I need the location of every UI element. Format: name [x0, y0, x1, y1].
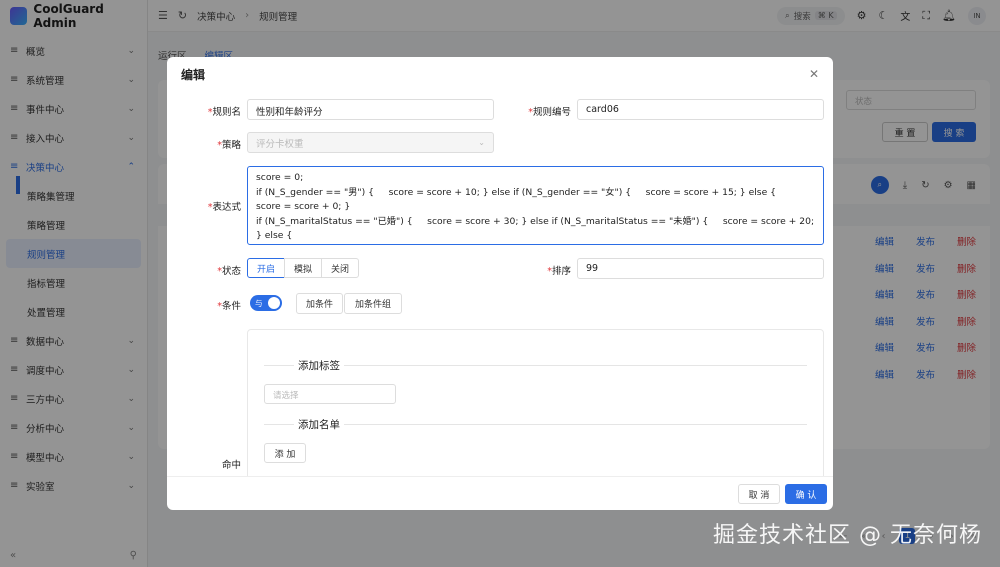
order-input[interactable]: 99	[577, 258, 824, 279]
watermark: 掘金技术社区 @ 无奈何杨	[713, 523, 982, 548]
add-condition-group-button[interactable]: 加条件组	[344, 293, 402, 314]
rule-code-input[interactable]: card06	[577, 99, 824, 120]
order-label: *排序	[547, 266, 571, 277]
chevron-down-icon: ⌄	[478, 138, 485, 147]
rule-code-label: *规则编号	[528, 107, 571, 118]
divider	[264, 424, 807, 425]
modal-body: *规则名 性别和年龄评分 *规则编号 card06 *策略 评分卡权重 ⌄ *表…	[167, 91, 833, 476]
tag-select[interactable]: 请选择	[264, 384, 396, 404]
strategy-value: 评分卡权重	[256, 138, 304, 150]
modal-footer: 取 消 确 认	[167, 476, 833, 510]
rule-name-input[interactable]: 性别和年龄评分	[247, 99, 494, 120]
modal-header: 编辑 ✕	[167, 57, 833, 91]
confirm-button[interactable]: 确 认	[785, 484, 827, 504]
modal-title: 编辑	[181, 67, 206, 82]
status-option-simulate[interactable]: 模拟	[284, 258, 323, 278]
add-condition-button[interactable]: 加条件	[296, 293, 343, 314]
toggle-knob	[268, 297, 280, 309]
logic-toggle-text: 与	[255, 298, 263, 308]
add-tag-title: 添加标签	[294, 358, 344, 373]
logic-toggle[interactable]: 与	[250, 295, 282, 311]
condition-label: *条件	[217, 301, 241, 312]
strategy-select: 评分卡权重 ⌄	[247, 132, 494, 153]
cancel-button[interactable]: 取 消	[738, 484, 780, 504]
add-list-button[interactable]: 添 加	[264, 443, 306, 463]
divider	[264, 365, 807, 366]
expression-textarea[interactable]: score = 0; if (N_S_gender == "男") { scor…	[247, 166, 824, 245]
expression-label: *表达式	[207, 202, 241, 213]
strategy-label: *策略	[217, 140, 241, 151]
edit-rule-modal: 编辑 ✕ *规则名 性别和年龄评分 *规则编号 card06 *策略 评分卡权重…	[167, 57, 833, 510]
hit-label: 命中	[221, 460, 241, 471]
status-option-on[interactable]: 开启	[247, 258, 286, 278]
status-radio-group: 开启 模拟 关闭	[247, 258, 360, 278]
hit-config-box: 添加标签 请选择 添加名单 添 加	[247, 329, 824, 476]
add-list-title: 添加名单	[294, 417, 344, 432]
status-option-off[interactable]: 关闭	[321, 258, 360, 278]
rule-name-label: *规则名	[207, 107, 241, 118]
close-icon[interactable]: ✕	[809, 67, 819, 81]
status-label: *状态	[217, 266, 241, 277]
